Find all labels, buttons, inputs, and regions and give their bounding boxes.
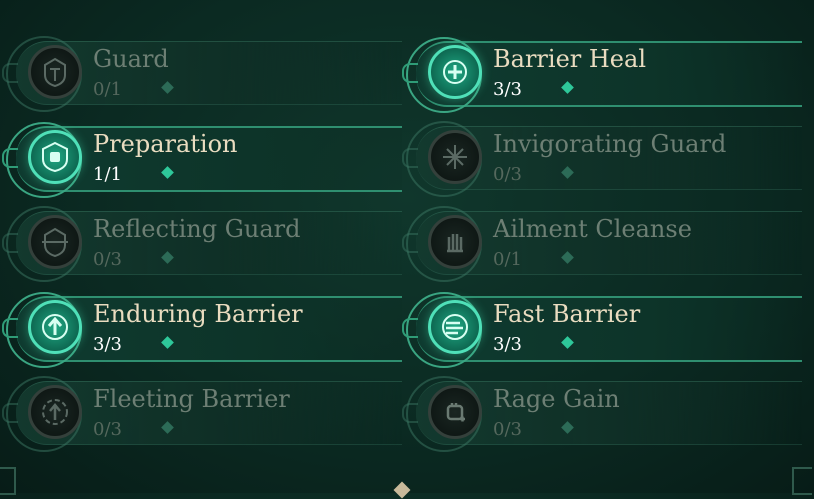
- scroll-ornament: [2, 318, 18, 338]
- skill-name: Fast Barrier: [493, 300, 641, 328]
- fast-barrier-icon: [428, 300, 482, 354]
- skill-count: 0/3: [93, 419, 122, 440]
- skill-fast-barrier[interactable]: Fast Barrier 3/3: [400, 288, 802, 368]
- skill-invigorating-guard[interactable]: Invigorating Guard 0/3: [400, 118, 802, 197]
- skill-count: 0/1: [493, 249, 522, 270]
- skill-count: 3/3: [493, 334, 522, 355]
- skill-count: 0/1: [93, 79, 122, 100]
- scroll-ornament: [402, 148, 418, 168]
- scroll-ornament: [2, 233, 18, 253]
- skill-name: Preparation: [93, 130, 238, 158]
- reflect-helmet-icon: [28, 215, 82, 269]
- skill-name: Reflecting Guard: [93, 215, 301, 243]
- arrow-up-icon: [28, 300, 82, 354]
- skill-fleeting-barrier[interactable]: Fleeting Barrier 0/3: [0, 373, 402, 452]
- skill-enduring-barrier[interactable]: Enduring Barrier 3/3: [0, 288, 402, 368]
- helmet-icon: [28, 45, 82, 99]
- skill-name: Rage Gain: [493, 385, 620, 413]
- skill-guard[interactable]: Guard 0/1: [0, 33, 402, 112]
- heal-cross-icon: [428, 45, 482, 99]
- scroll-ornament: [2, 63, 18, 83]
- scroll-indicator-icon[interactable]: [393, 481, 411, 499]
- hand-cleanse-icon: [428, 215, 482, 269]
- skill-ailment-cleanse[interactable]: Ailment Cleanse 0/1: [400, 203, 802, 282]
- skill-name: Barrier Heal: [493, 45, 646, 73]
- skill-name: Fleeting Barrier: [93, 385, 290, 413]
- skill-name: Ailment Cleanse: [493, 215, 692, 243]
- scroll-ornament: [402, 233, 418, 253]
- skill-name: Guard: [93, 45, 169, 73]
- scroll-ornament: [2, 403, 18, 423]
- corner-ornament-right: [792, 467, 812, 495]
- skill-count: 1/1: [93, 164, 122, 185]
- skill-name: Enduring Barrier: [93, 300, 303, 328]
- fleeting-arrow-icon: [28, 385, 82, 439]
- skill-barrier-heal[interactable]: Barrier Heal 3/3: [400, 33, 802, 113]
- scroll-ornament: [2, 148, 18, 168]
- rage-fist-icon: [428, 385, 482, 439]
- scroll-ornament: [402, 403, 418, 423]
- skill-count: 3/3: [493, 79, 522, 100]
- fist-shield-icon: [28, 130, 82, 184]
- skill-reflecting-guard[interactable]: Reflecting Guard 0/3: [0, 203, 402, 282]
- corner-ornament-left: [0, 467, 16, 495]
- skill-count: 0/3: [493, 419, 522, 440]
- scroll-ornament: [402, 63, 418, 83]
- skill-count: 0/3: [493, 164, 522, 185]
- skill-count: 3/3: [93, 334, 122, 355]
- cross-burst-icon: [428, 130, 482, 184]
- skill-count: 0/3: [93, 249, 122, 270]
- skill-name: Invigorating Guard: [493, 130, 727, 158]
- skill-rage-gain[interactable]: Rage Gain 0/3: [400, 373, 802, 452]
- scroll-ornament: [402, 318, 418, 338]
- skill-preparation[interactable]: Preparation 1/1: [0, 118, 402, 198]
